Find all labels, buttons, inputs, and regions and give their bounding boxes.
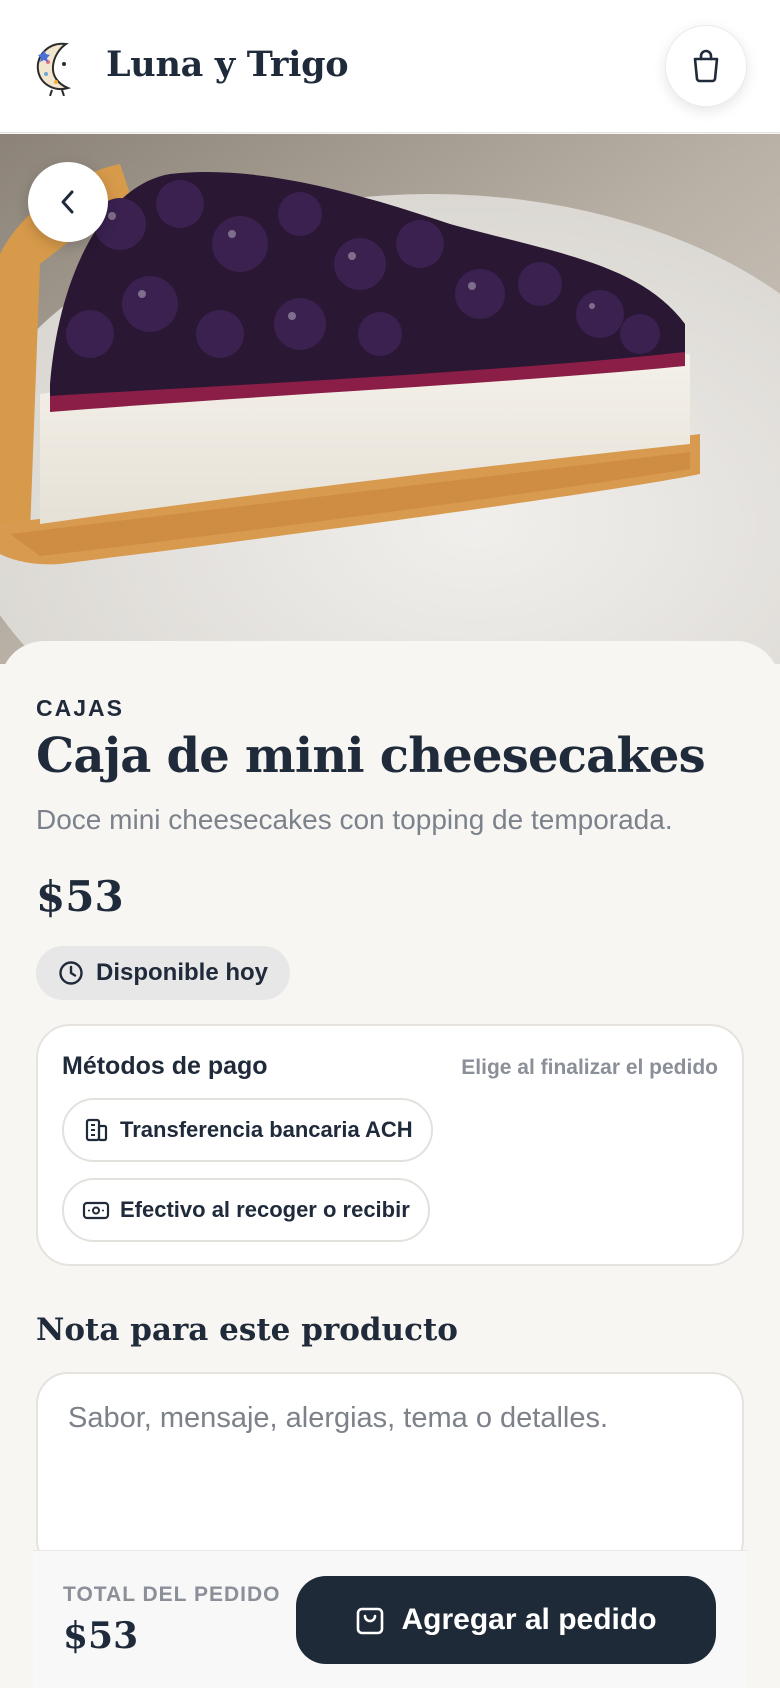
product-title: Caja de mini cheesecakes: [36, 728, 706, 784]
payment-method-cash[interactable]: Efectivo al recoger o recibir: [62, 1178, 430, 1242]
product-hero-image: [0, 134, 780, 664]
payment-method-cash-label: Efectivo al recoger o recibir: [120, 1197, 410, 1222]
bank-icon: [85, 1118, 108, 1142]
product-note-input[interactable]: [36, 1372, 744, 1572]
cash-icon: [82, 1201, 110, 1220]
payment-methods-hint: Elige al finalizar el pedido: [461, 1056, 718, 1079]
product-price: $53: [36, 872, 124, 921]
add-to-order-button[interactable]: Agregar al pedido: [296, 1576, 716, 1664]
note-label: Nota para este producto: [36, 1312, 458, 1348]
shopping-bag-icon: [357, 1607, 384, 1635]
cart-button[interactable]: [665, 25, 747, 107]
payment-methods-card: Métodos de pago Elige al finalizar el pe…: [36, 1024, 744, 1266]
order-total-label: TOTAL DEL PEDIDO: [63, 1583, 281, 1606]
availability-badge: Disponible hoy: [36, 946, 291, 1000]
clock-icon: [59, 961, 83, 985]
payment-methods-title: Métodos de pago: [62, 1052, 268, 1080]
brand-name[interactable]: Luna y Trigo: [106, 44, 349, 85]
payment-method-ach[interactable]: Transferencia bancaria ACH: [62, 1098, 433, 1162]
shopping-bag-icon: [693, 49, 719, 83]
chevron-left-icon: [61, 190, 74, 214]
product-category: CAJAS: [36, 695, 124, 721]
availability-label: Disponible hoy: [96, 959, 269, 986]
back-button[interactable]: [28, 162, 108, 242]
product-description: Doce mini cheesecakes con topping de tem…: [36, 804, 673, 835]
app-header: Luna y Trigo: [0, 0, 780, 133]
order-total-value: $53: [63, 1615, 139, 1657]
moon-cookie-logo-icon[interactable]: [34, 38, 86, 97]
order-summary-bar: TOTAL DEL PEDIDO $53 Agregar al pedido: [33, 1550, 747, 1688]
payment-method-ach-label: Transferencia bancaria ACH: [120, 1117, 413, 1142]
add-to-order-label: Agregar al pedido: [401, 1603, 657, 1636]
